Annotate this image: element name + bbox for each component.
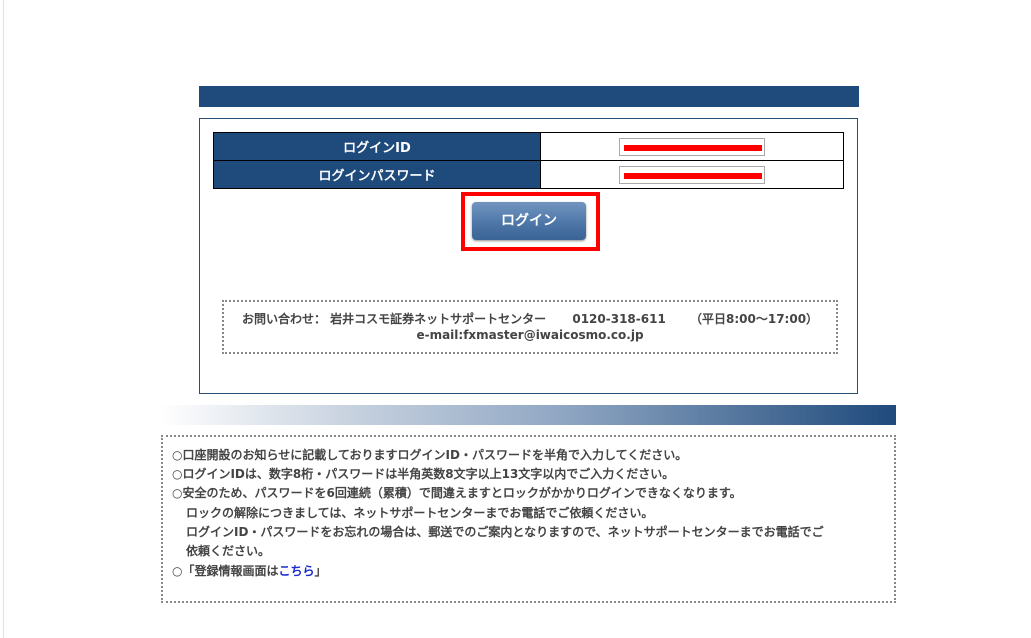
notes-box: ○口座開設のお知らせに記載しておりますログインID・パスワードを半角で入力してく… <box>161 435 896 603</box>
contact-line: お問い合わせ： 岩井コスモ証券ネットサポートセンター 0120-318-611 … <box>224 310 836 327</box>
login-form-table: ログインID ログインパスワード <box>213 132 844 189</box>
login-id-row: ログインID <box>213 132 844 161</box>
note-line: ログインID・パスワードをお忘れの場合は、郵送でのご案内となりますので、ネットサ… <box>186 525 824 539</box>
support-center-name: 岩井コスモ証券ネットサポートセンター <box>330 312 547 326</box>
registration-info-prefix: ○「登録情報画面は <box>172 564 279 578</box>
login-id-cell <box>540 132 844 161</box>
contact-info-box: お問い合わせ： 岩井コスモ証券ネットサポートセンター 0120-318-611 … <box>222 300 838 354</box>
support-hours: （平日8:00～17:00） <box>690 312 819 326</box>
login-id-label: ログインID <box>213 132 541 161</box>
login-password-cell <box>540 160 844 189</box>
login-password-label: ログインパスワード <box>213 160 541 189</box>
notes-header-gradient-bar <box>160 405 896 425</box>
note-line: ロックの解除につきましては、ネットサポートセンターまでお電話でご依頼ください。 <box>186 506 654 520</box>
login-id-input[interactable] <box>619 138 765 157</box>
login-button[interactable]: ログイン <box>472 202 586 240</box>
login-header-bar <box>199 86 859 107</box>
note-line: ○安全のため、パスワードを6回連続（累積）で間違えますとロックがかかりログインで… <box>172 486 742 500</box>
redaction-mark <box>624 145 762 152</box>
registration-info-link[interactable]: こちら <box>278 564 314 578</box>
login-password-row: ログインパスワード <box>213 160 844 189</box>
login-panel: ログインID ログインパスワード ログイン お問い合わせ： 岩井コスモ証券ネット… <box>199 118 858 394</box>
registration-info-line: ○「登録情報画面はこちら」 <box>172 562 327 580</box>
note-line: ○ログインIDは、数字8桁・パスワードは半角英数8文字以上13文字以内でご入力く… <box>172 467 675 481</box>
registration-info-suffix: 」 <box>314 564 327 578</box>
contact-prefix: お問い合わせ： <box>241 312 326 326</box>
support-email: e-mail:fxmaster@iwaicosmo.co.jp <box>416 328 644 342</box>
page-left-rule <box>3 0 4 638</box>
support-phone: 0120-318-611 <box>572 312 666 326</box>
redaction-mark <box>624 173 762 180</box>
note-line: ○口座開設のお知らせに記載しておりますログインID・パスワードを半角で入力してく… <box>172 448 688 462</box>
note-line: 依頼ください。 <box>186 544 271 558</box>
login-password-input[interactable] <box>619 166 765 185</box>
